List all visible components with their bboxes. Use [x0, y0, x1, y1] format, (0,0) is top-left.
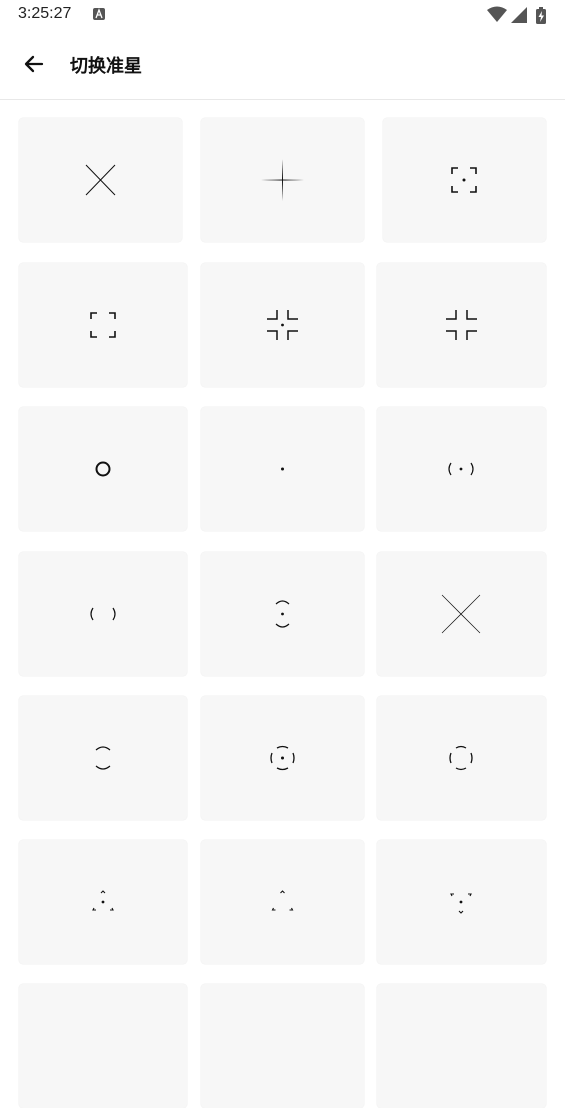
- crosshair-option[interactable]: [201, 984, 364, 1108]
- corners-dot-crosshair-icon: [451, 167, 477, 193]
- crosshair-option[interactable]: [377, 407, 546, 531]
- circle-crosshair-icon: [95, 461, 111, 477]
- crosshair-option[interactable]: [201, 407, 364, 531]
- parens-crosshair-icon: [90, 607, 116, 621]
- inverted-triangle-dot-crosshair-icon: [450, 893, 472, 914]
- plus-crosshair-icon: [261, 159, 304, 201]
- crosshair-option[interactable]: [19, 696, 187, 820]
- triangle-crosshair-icon: [271, 890, 294, 911]
- dot-crosshair-icon: [281, 467, 284, 471]
- circle-dot-crosshair-icon: [270, 745, 295, 771]
- arrow-back-icon[interactable]: [20, 50, 48, 78]
- page-title: 切换准星: [70, 56, 142, 77]
- status-time: 3:25:27: [18, 5, 72, 22]
- crosshair-option[interactable]: [19, 840, 187, 964]
- crosshair-option[interactable]: [201, 552, 364, 676]
- crosshair-option[interactable]: [201, 118, 364, 242]
- parens-dot-crosshair-icon: [448, 462, 474, 476]
- app-bar: 切换准星: [0, 30, 565, 100]
- notification-a-icon: [93, 8, 105, 20]
- crosshair-option[interactable]: [19, 552, 187, 676]
- crosshair-option[interactable]: [383, 118, 546, 242]
- circle-split-crosshair-icon: [449, 745, 473, 771]
- inner-corners-crosshair-icon: [446, 310, 477, 340]
- inner-corners-dot-crosshair-icon: [267, 310, 298, 340]
- crosshair-option[interactable]: [377, 552, 546, 676]
- status-bar: 3:25:27: [0, 0, 565, 30]
- x-crosshair-icon: [85, 164, 116, 196]
- battery-charging-icon: [536, 7, 546, 24]
- crosshair-option[interactable]: [377, 696, 546, 820]
- crosshair-option[interactable]: [377, 840, 546, 964]
- wifi-icon: [487, 6, 507, 22]
- large-x-crosshair-icon: [441, 594, 481, 634]
- crosshair-option[interactable]: [201, 840, 364, 964]
- crosshair-option[interactable]: [19, 263, 187, 387]
- triangle-dot-crosshair-icon: [92, 890, 114, 911]
- status-icons: [487, 6, 546, 24]
- crosshair-option[interactable]: [19, 407, 187, 531]
- corners-crosshair-icon: [90, 312, 116, 338]
- crosshair-option[interactable]: [377, 984, 546, 1108]
- crosshair-option[interactable]: [19, 118, 182, 242]
- crosshair-option[interactable]: [201, 263, 364, 387]
- arcs-vertical-dot-crosshair-icon: [275, 600, 290, 628]
- crosshair-option[interactable]: [201, 696, 364, 820]
- crosshair-option[interactable]: [377, 263, 546, 387]
- crosshair-option[interactable]: [19, 984, 187, 1108]
- cellular-signal-icon: [511, 7, 527, 23]
- arcs-vertical-crosshair-icon: [95, 746, 111, 770]
